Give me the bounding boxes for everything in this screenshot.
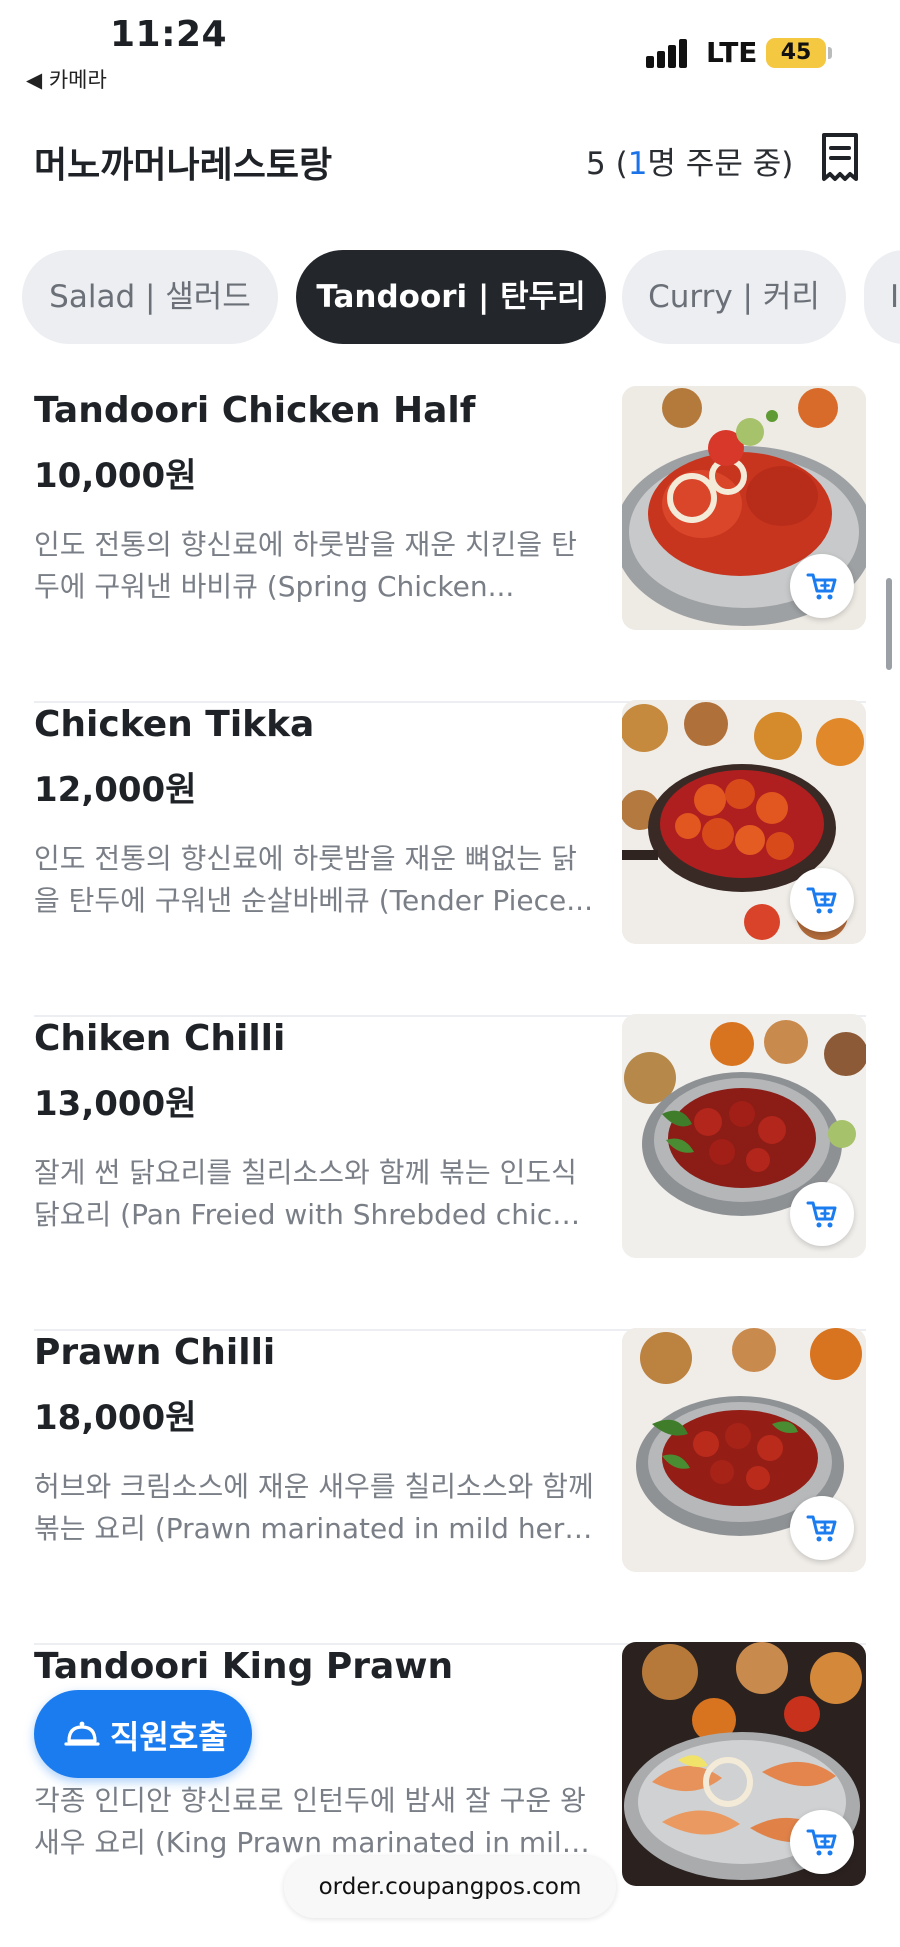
tab-salad[interactable]: Salad | 샐러드 [22, 250, 278, 344]
menu-item-price: 13,000원 [34, 1084, 197, 1124]
menu-item-description-line: 을 탄두에 구워낸 순살바베큐 (Tender Piece... [34, 884, 593, 917]
order-status[interactable]: 5 (1명 주문 중) [586, 138, 793, 183]
food-photo-prawn-chilli[interactable] [622, 1328, 866, 1572]
menu-item-description: 인도 전통의 향신료에 하룻밤을 재운 뼈없는 닭 을 탄두에 구워낸 순살바베… [34, 838, 594, 922]
tab-curry[interactable]: Curry | 커리 [622, 250, 846, 344]
url-bar[interactable]: order.coupangpos.com [284, 1856, 616, 1918]
menu-item-description-line: 두에 구워낸 바비큐 (Spring Chicken... [34, 570, 515, 603]
menu-item[interactable]: Chicken Tikka 12,000원 인도 전통의 향신료에 하룻밤을 재… [34, 700, 866, 1017]
call-staff-label: 직원호출 [110, 1718, 228, 1756]
menu-item[interactable]: Prawn Chilli 18,000원 허브와 크림소스에 재운 새우를 칠리… [34, 1328, 866, 1645]
menu-item-description: 인도 전통의 향신료에 하룻밤을 재운 치킨을 탄 두에 구워낸 바비큐 (Sp… [34, 524, 594, 608]
order-status-text: 명 주문 중) [647, 146, 794, 182]
battery-icon: 45 [766, 38, 826, 68]
menu-item-name: Tandoori King Prawn [34, 1646, 454, 1687]
cart-plus-icon [806, 1515, 837, 1542]
order-open-paren: ( [605, 146, 628, 182]
call-staff-button[interactable]: 직원호출 [34, 1690, 252, 1778]
cart-plus-icon [806, 1829, 837, 1856]
add-to-cart-button[interactable] [790, 868, 854, 932]
menu-item-description-line: 인도 전통의 향신료에 하룻밤을 재운 치킨을 탄 [34, 528, 577, 561]
order-count: 5 [586, 146, 606, 182]
signal-icon [646, 38, 696, 68]
menu-item[interactable]: Chiken Chilli 13,000원 잘게 썬 닭요리를 칠리소스와 함께… [34, 1014, 866, 1331]
menu-item-price: 18,000원 [34, 1398, 197, 1438]
network-type: LTE [706, 36, 758, 69]
food-photo-tandoori-chicken[interactable] [622, 386, 866, 630]
cart-plus-icon [806, 1201, 837, 1228]
menu-item-name: Prawn Chilli [34, 1332, 276, 1373]
menu-item-description-line: 허브와 크림소스에 재운 새우를 칠리소스와 함께 [34, 1470, 594, 1503]
menu-item-description-line: 인도 전통의 향신료에 하룻밤을 재운 뼈없는 닭 [34, 842, 577, 875]
scrollbar[interactable] [886, 578, 892, 670]
menu-item-description: 허브와 크림소스에 재운 새우를 칠리소스와 함께 볶는 요리 (Prawn m… [34, 1466, 594, 1550]
food-photo-chicken-chilli[interactable] [622, 1014, 866, 1258]
add-to-cart-button[interactable] [790, 1810, 854, 1874]
menu-item-description-line: 각종 인디안 향신료로 인턴두에 밤새 잘 구운 왕 [34, 1784, 586, 1817]
app-header: 머노까머나레스토랑 5 (1명 주문 중) [0, 110, 900, 210]
menu-item-description: 각종 인디안 향신료로 인턴두에 밤새 잘 구운 왕 새우 요리 (King P… [34, 1780, 594, 1864]
add-to-cart-button[interactable] [790, 1182, 854, 1246]
cart-plus-icon [806, 887, 837, 914]
category-tabs: Salad | 샐러드 Tandoori | 탄두리 Curry | 커리 I [0, 250, 900, 346]
back-to-camera-link[interactable]: ◀ 카메라 [26, 64, 107, 94]
status-time: 11:24 [110, 14, 228, 55]
tab-next-partial[interactable]: I [864, 250, 900, 344]
add-to-cart-button[interactable] [790, 554, 854, 618]
order-people-count: 1 [627, 146, 648, 182]
menu-item-name: Tandoori Chicken Half [34, 390, 476, 431]
menu-item-name: Chicken Tikka [34, 704, 315, 745]
menu-item-description: 잘게 썬 닭요리를 칠리소스와 함께 볶는 인도식 닭요리 (Pan Freie… [34, 1152, 594, 1236]
add-to-cart-button[interactable] [790, 1496, 854, 1560]
food-photo-chicken-tikka[interactable] [622, 700, 866, 944]
menu-item[interactable]: Tandoori Chicken Half 10,000원 인도 전통의 향신료… [34, 386, 866, 703]
menu-item-name: Chiken Chilli [34, 1018, 286, 1059]
food-photo-tandoori-king-prawn[interactable] [622, 1642, 866, 1886]
menu-item-description-line: 볶는 요리 (Prawn marinated in mild herb ... [34, 1512, 594, 1545]
restaurant-name: 머노까머나레스토랑 [34, 145, 333, 186]
cart-plus-icon [806, 573, 837, 600]
receipt-icon[interactable] [818, 132, 862, 182]
menu-item-description-line: 닭요리 (Pan Freied with Shrebded chicke... [34, 1198, 594, 1231]
service-bell-icon [64, 1721, 100, 1746]
status-bar: 11:24 ◀ 카메라 LTE 45 [0, 0, 900, 100]
menu-item-price: 10,000원 [34, 456, 197, 496]
tab-tandoori[interactable]: Tandoori | 탄두리 [296, 250, 606, 344]
menu-item-description-line: 잘게 썬 닭요리를 칠리소스와 함께 볶는 인도식 [34, 1156, 577, 1189]
menu-item-price: 12,000원 [34, 770, 197, 810]
battery-cap [828, 47, 832, 59]
